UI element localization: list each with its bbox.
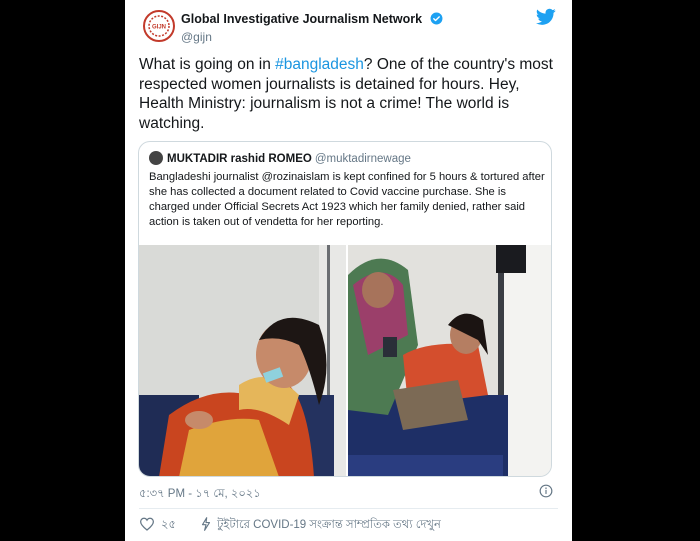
quoted-header: MUKTADIR rashid ROMEO @muktadirnewage (149, 151, 411, 165)
verified-badge-icon (430, 12, 442, 25)
actions-divider (139, 508, 558, 509)
tweet-timestamp[interactable]: ৫:৩৭ PM - ১৭ মে, ২০২১ (139, 485, 261, 504)
account-handle[interactable]: @gijn (181, 30, 443, 44)
tweet-header: GIJN Global Investigative Journalism Net… (143, 8, 558, 44)
like-count: ২৫ (161, 519, 176, 531)
quoted-handle[interactable]: @muktadirnewage (315, 153, 411, 165)
covid-info-link[interactable]: টুইটারে COVID-19 সংক্রান্ত সাম্প্রতিক তথ… (201, 516, 441, 535)
quoted-photo-left[interactable] (139, 245, 346, 476)
quoted-tweet[interactable]: MUKTADIR rashid ROMEO @muktadirnewage Ban… (138, 141, 552, 477)
tweet-text: What is going on in #bangladesh? One of … (139, 55, 559, 133)
quoted-name[interactable]: MUKTADIR rashid ROMEO (167, 153, 312, 165)
gijn-logo-icon[interactable]: GIJN (143, 10, 175, 42)
like-button[interactable]: ২৫ (139, 516, 176, 535)
info-icon[interactable] (539, 484, 553, 498)
svg-text:GIJN: GIJN (152, 25, 166, 31)
tweet-text-before: What is going on in (139, 56, 276, 73)
hashtag-link[interactable]: #bangladesh (275, 56, 364, 73)
covid-info-text[interactable]: টুইটারে COVID-19 সংক্রান্ত সাম্প্রতিক তথ… (217, 519, 441, 531)
quoted-avatar[interactable] (149, 151, 163, 165)
quoted-text: Bangladeshi journalist @rozinaislam is k… (149, 171, 545, 228)
embedded-tweet-card: GIJN Global Investigative Journalism Net… (125, 0, 572, 541)
twitter-bird-icon[interactable] (536, 8, 556, 26)
quoted-photo-right[interactable] (348, 245, 551, 476)
heart-icon (139, 517, 155, 531)
lightning-icon (202, 517, 211, 531)
tweet-actions: ২৫ টুইটারে COVID-19 সংক্রান্ত সাম্প্রতিক… (139, 516, 441, 535)
display-name[interactable]: Global Investigative Journalism Network (181, 12, 422, 26)
account-name-block[interactable]: Global Investigative Journalism Network … (181, 10, 443, 44)
